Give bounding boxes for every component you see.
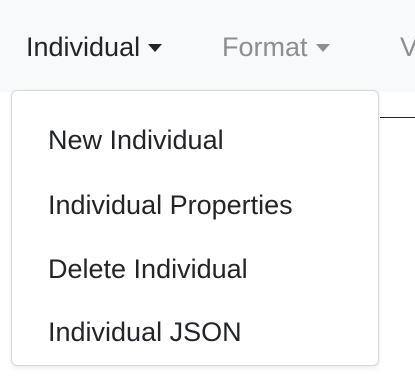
menu-view-label: V [400,32,415,62]
menu-view[interactable]: V [400,29,415,65]
menu-item-individual-properties[interactable]: Individual Properties [48,183,293,227]
menu-format-label: Format [222,32,308,62]
menu-individual-label: Individual [26,32,141,62]
menu-item-individual-json[interactable]: Individual JSON [48,310,242,354]
menu-individual[interactable]: Individual [26,29,163,65]
menu-format[interactable]: Format [222,29,330,65]
caret-down-icon [148,44,163,52]
background-divider [380,117,415,118]
menu-bar: Individual Format V [0,0,415,92]
menu-item-delete-individual[interactable]: Delete Individual [48,247,248,291]
menu-item-new-individual[interactable]: New Individual [48,118,224,162]
caret-down-icon [315,44,330,52]
